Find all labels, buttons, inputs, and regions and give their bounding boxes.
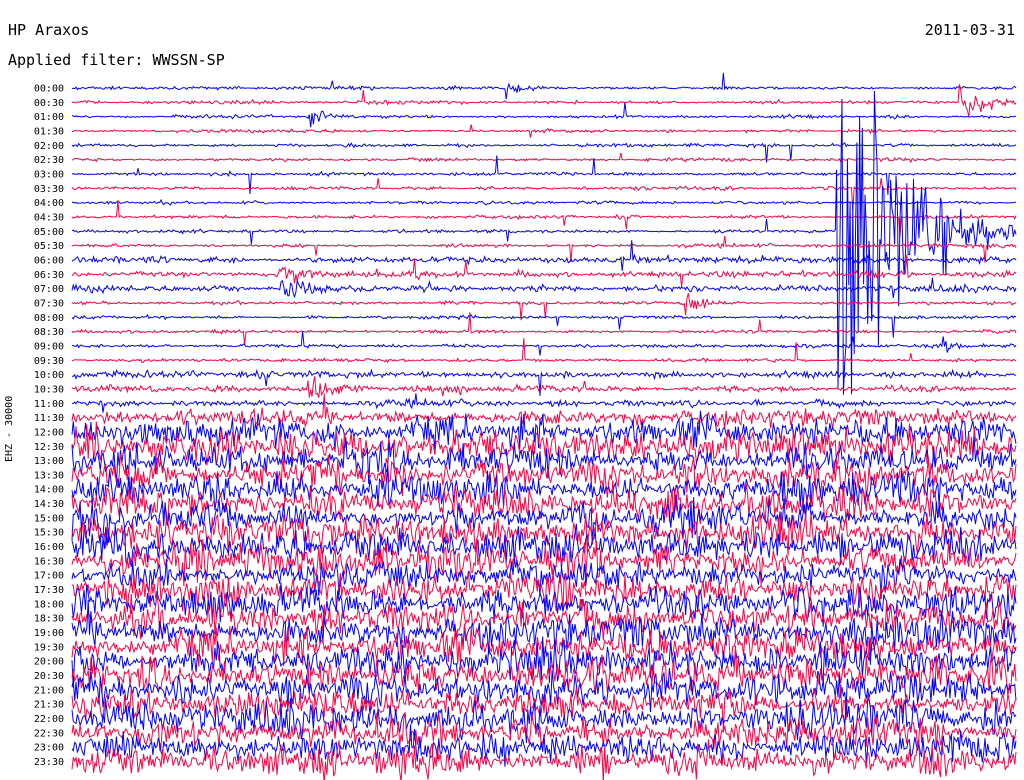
- row-time-label: 17:30: [34, 585, 64, 596]
- trace-row: [71, 330, 1017, 356]
- row-time-label: 19:30: [34, 642, 64, 653]
- row-time-label: 07:30: [34, 298, 64, 309]
- row-time-label: 21:30: [34, 700, 64, 711]
- row-time-label: 18:00: [34, 599, 64, 610]
- row-time-label: 10:00: [34, 370, 64, 381]
- row-time-label: 04:00: [34, 198, 64, 209]
- row-time-label: 13:30: [34, 470, 64, 481]
- row-time-label: 14:00: [34, 485, 64, 496]
- row-time-label: 07:00: [34, 284, 64, 295]
- row-time-label: 00:30: [34, 98, 64, 109]
- row-time-label: 11:00: [34, 399, 64, 410]
- trace-row: [71, 178, 1017, 212]
- row-time-label: 06:30: [34, 270, 64, 281]
- row-time-label: 03:00: [34, 169, 64, 180]
- row-time-label: 20:00: [34, 657, 64, 668]
- row-time-label: 02:30: [34, 155, 64, 166]
- trace-row: [71, 393, 1017, 413]
- row-time-label: 23:00: [34, 743, 64, 754]
- row-time-label: 00:00: [34, 84, 64, 95]
- row-time-label: 03:30: [34, 184, 64, 195]
- row-time-label: 01:30: [34, 126, 64, 137]
- row-time-label: 12:30: [34, 442, 64, 453]
- row-time-label: 16:00: [34, 542, 64, 553]
- row-time-label: 09:30: [34, 356, 64, 367]
- trace-row: [71, 90, 1017, 395]
- row-time-label: 12:00: [34, 427, 64, 438]
- row-time-label: 05:00: [34, 227, 64, 238]
- trace-row: [71, 636, 1017, 689]
- row-time-label: 01:00: [34, 112, 64, 123]
- row-time-label: 17:00: [34, 571, 64, 582]
- row-time-label: 20:30: [34, 671, 64, 682]
- row-time-label: 22:30: [34, 728, 64, 739]
- row-time-label: 14:30: [34, 499, 64, 510]
- row-time-label: 23:30: [34, 757, 64, 768]
- trace-row: [71, 376, 1017, 398]
- row-time-label: 08:00: [34, 313, 64, 324]
- row-time-label: 11:30: [34, 413, 64, 424]
- row-time-label: 05:30: [34, 241, 64, 252]
- row-time-label: 22:00: [34, 714, 64, 725]
- trace-row: [71, 739, 1017, 780]
- trace-row: [71, 393, 1017, 429]
- trace-row: [71, 313, 1017, 338]
- row-time-label: 19:00: [34, 628, 64, 639]
- row-time-label: 15:00: [34, 513, 64, 524]
- row-time-label: 21:00: [34, 685, 64, 696]
- row-time-label: 16:30: [34, 556, 64, 567]
- row-time-label: 04:30: [34, 212, 64, 223]
- row-time-label: 15:30: [34, 528, 64, 539]
- row-time-label: 06:00: [34, 255, 64, 266]
- trace-row: [71, 368, 1016, 396]
- row-time-label: 09:00: [34, 341, 64, 352]
- row-time-label: 02:00: [34, 141, 64, 152]
- trace-row: [71, 338, 1017, 364]
- trace-row: [71, 277, 1017, 299]
- seismogram-plot: 00:00 00:30 01:00 01:30 02:00 02:30 03:00 03:30…: [34, 72, 1017, 780]
- row-time-label: 13:00: [34, 456, 64, 467]
- row-time-label: 10:30: [34, 384, 64, 395]
- trace-row: [71, 198, 1017, 206]
- trace-row: [71, 254, 1017, 287]
- row-time-label: 18:30: [34, 614, 64, 625]
- row-time-label: 08:30: [34, 327, 64, 338]
